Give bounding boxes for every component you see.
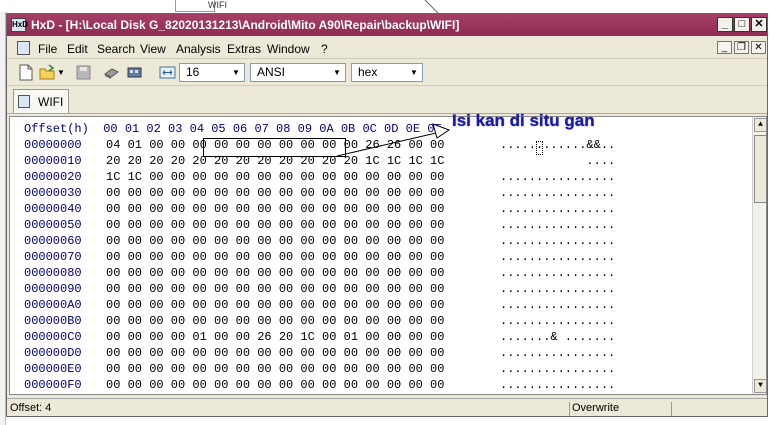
row-hex-bytes[interactable]: 00 00 00 00 00 00 00 00 00 00 00 00 00 0… — [106, 250, 444, 264]
chevron-down-icon[interactable]: ▼ — [57, 64, 74, 81]
menu-file[interactable]: File — [38, 42, 57, 56]
new-file-icon[interactable] — [17, 64, 34, 81]
chevron-down-icon: ▼ — [333, 68, 341, 77]
status-mode: Overwrite — [572, 402, 672, 416]
row-offset: 000000A0 — [24, 298, 82, 312]
row-offset: 00000020 — [24, 170, 82, 184]
row-ascii[interactable]: ................ — [500, 346, 615, 360]
row-ascii[interactable]: .... — [500, 154, 615, 168]
background-item-label: WIFI — [208, 0, 227, 10]
row-ascii[interactable]: ................ — [500, 202, 615, 216]
row-ascii[interactable]: ................ — [500, 282, 615, 296]
bytes-per-row-value: 16 — [186, 65, 200, 79]
window-title: HxD - [H:\Local Disk G_82020131213\Andro… — [31, 18, 460, 32]
status-bar: Offset: 4 Overwrite — [7, 398, 767, 417]
annotation-text: Isi kan di situ gan — [452, 111, 595, 130]
row-hex-bytes[interactable]: 00 00 00 00 00 00 00 00 00 00 00 00 00 0… — [106, 266, 444, 280]
offset-base-select[interactable]: hex ▼ — [351, 63, 423, 82]
row-ascii[interactable]: ................ — [500, 170, 615, 184]
ram-icon[interactable] — [126, 64, 143, 81]
row-offset: 00000030 — [24, 186, 82, 200]
selection-box — [203, 138, 346, 157]
menu-edit[interactable]: Edit — [67, 42, 88, 56]
row-ascii[interactable]: ............&&.. — [500, 138, 615, 152]
close-button[interactable]: ✕ — [751, 17, 767, 32]
tab-bar: WIFI — [7, 87, 767, 114]
mdi-minimize-button[interactable]: _ — [717, 41, 732, 54]
chevron-down-icon: ▼ — [410, 68, 418, 77]
scrollbar-thumb[interactable] — [754, 135, 766, 203]
row-offset: 00000070 — [24, 250, 82, 264]
menu-view[interactable]: View — [140, 42, 166, 56]
row-hex-bytes[interactable]: 00 00 00 00 00 00 00 00 00 00 00 00 00 0… — [106, 346, 444, 360]
menu-help[interactable]: ? — [321, 42, 328, 56]
row-hex-bytes[interactable]: 1C 1C 00 00 00 00 00 00 00 00 00 00 00 0… — [106, 170, 444, 184]
annotation-arrow — [337, 123, 451, 157]
charset-value: ANSI — [257, 65, 286, 79]
row-hex-bytes[interactable]: 00 00 00 00 00 00 00 00 00 00 00 00 00 0… — [106, 362, 444, 376]
scroll-down-icon[interactable]: ▼ — [754, 379, 766, 393]
open-folder-icon[interactable] — [39, 64, 56, 81]
row-hex-bytes[interactable]: 00 00 00 00 00 00 00 00 00 00 00 00 00 0… — [106, 298, 444, 312]
menu-extras[interactable]: Extras — [227, 42, 261, 56]
row-ascii[interactable]: ................ — [500, 218, 615, 232]
save-icon[interactable] — [75, 64, 92, 81]
row-ascii[interactable]: ................ — [500, 250, 615, 264]
menu-bar: File Edit Search View Analysis Extras Wi… — [7, 37, 767, 59]
row-hex-bytes[interactable]: 00 00 00 00 01 00 00 26 20 1C 00 01 00 0… — [106, 330, 444, 344]
row-ascii[interactable]: ................ — [500, 314, 615, 328]
row-ascii[interactable]: .......& ....... — [500, 330, 615, 344]
row-offset: 00000050 — [24, 218, 82, 232]
ascii-cursor — [536, 141, 543, 155]
row-offset: 00000040 — [24, 202, 82, 216]
row-offset: 00000000 — [24, 138, 82, 152]
tab-wifi[interactable]: WIFI — [13, 89, 69, 113]
row-hex-bytes[interactable]: 00 00 00 00 00 00 00 00 00 00 00 00 00 0… — [106, 202, 444, 216]
row-ascii[interactable]: ................ — [500, 362, 615, 376]
bytes-per-row-icon — [159, 66, 176, 79]
row-ascii[interactable]: ................ — [500, 186, 615, 200]
row-hex-bytes[interactable]: 00 00 00 00 00 00 00 00 00 00 00 00 00 0… — [106, 282, 444, 296]
maximize-button[interactable]: □ — [734, 17, 750, 32]
row-ascii[interactable]: ................ — [500, 378, 615, 392]
mdi-restore-button[interactable]: ❐ — [734, 41, 749, 54]
chevron-down-icon: ▼ — [232, 68, 240, 77]
mdi-close-button[interactable]: ✕ — [751, 41, 766, 54]
document-icon — [18, 95, 30, 108]
row-ascii[interactable]: ................ — [500, 234, 615, 248]
row-offset: 000000E0 — [24, 362, 82, 376]
disk-icon[interactable] — [103, 64, 120, 81]
bytes-per-row-select[interactable]: 16 ▼ — [179, 63, 245, 82]
row-offset: 00000080 — [24, 266, 82, 280]
row-offset: 00000060 — [24, 234, 82, 248]
row-offset: 000000F0 — [24, 378, 82, 392]
row-offset: 00000010 — [24, 154, 82, 168]
vertical-scrollbar[interactable]: ▲ ▼ — [752, 117, 766, 394]
row-hex-bytes[interactable]: 00 00 00 00 00 00 00 00 00 00 00 00 00 0… — [106, 218, 444, 232]
offset-base-value: hex — [358, 65, 378, 79]
toolbar: ▼ 16 ▼ ANSI ▼ hex ▼ — [7, 60, 767, 86]
minimize-button[interactable]: _ — [717, 17, 733, 32]
scroll-up-icon[interactable]: ▲ — [754, 118, 766, 132]
row-offset: 00000090 — [24, 282, 82, 296]
tab-label: WIFI — [38, 95, 64, 109]
row-ascii[interactable]: ................ — [500, 266, 615, 280]
menu-window[interactable]: Window — [267, 42, 310, 56]
row-ascii[interactable]: ................ — [500, 298, 615, 312]
status-offset: Offset: 4 — [10, 402, 570, 416]
row-offset: 000000C0 — [24, 330, 82, 344]
app-icon[interactable]: HxD — [11, 18, 28, 32]
row-offset: 000000D0 — [24, 346, 82, 360]
row-hex-bytes[interactable]: 00 00 00 00 00 00 00 00 00 00 00 00 00 0… — [106, 378, 444, 392]
row-hex-bytes[interactable]: 00 00 00 00 00 00 00 00 00 00 00 00 00 0… — [106, 314, 444, 328]
menu-analysis[interactable]: Analysis — [176, 42, 221, 56]
menu-search[interactable]: Search — [97, 42, 135, 56]
row-hex-bytes[interactable]: 00 00 00 00 00 00 00 00 00 00 00 00 00 0… — [106, 234, 444, 248]
row-offset: 000000B0 — [24, 314, 82, 328]
title-bar[interactable]: HxD HxD - [H:\Local Disk G_82020131213\A… — [7, 14, 767, 36]
charset-select[interactable]: ANSI ▼ — [250, 63, 346, 82]
hxd-window: HxD HxD - [H:\Local Disk G_82020131213\A… — [6, 13, 768, 417]
row-hex-bytes[interactable]: 00 00 00 00 00 00 00 00 00 00 00 00 00 0… — [106, 186, 444, 200]
document-icon[interactable] — [17, 41, 30, 55]
